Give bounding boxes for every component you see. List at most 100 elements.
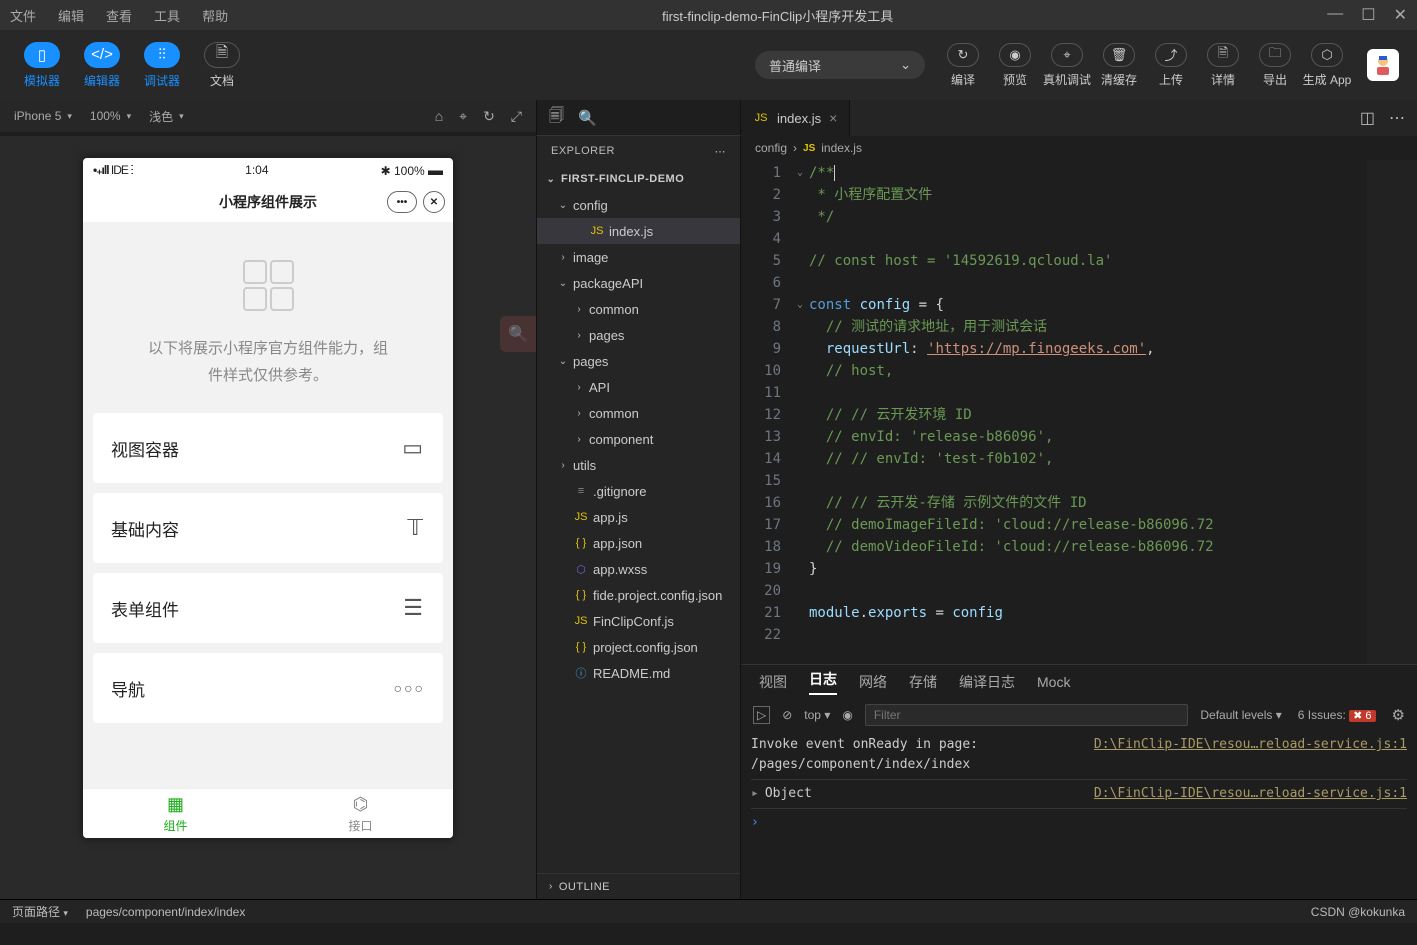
hero-text: 以下将展示小程序官方组件能力，组 件样式仅供参考。 xyxy=(103,335,433,389)
tree-node[interactable]: ⓘ README.md xyxy=(537,660,740,686)
list-item[interactable]: 导航○○○ xyxy=(93,653,443,723)
tab-component[interactable]: ▦组件 xyxy=(83,789,268,838)
capsule-close-icon[interactable]: ✕ xyxy=(423,191,445,213)
no-icon[interactable]: ⊘ xyxy=(782,708,792,722)
menu-tool[interactable]: 工具 xyxy=(154,6,180,25)
play-icon[interactable]: ▷ xyxy=(753,706,770,724)
menu-file[interactable]: 文件 xyxy=(10,6,36,25)
list-item[interactable]: 视图容器▭ xyxy=(93,413,443,483)
tree-node[interactable]: ⌄pages xyxy=(537,348,740,374)
tree-node[interactable]: ›API xyxy=(537,374,740,400)
scope-select[interactable]: top ▾ xyxy=(804,708,830,722)
code-content[interactable]: /** * 小程序配置文件 */ // const host = '145926… xyxy=(809,160,1367,664)
upload-button[interactable]: ⤴上传 xyxy=(1145,43,1197,88)
panel-tab-compilelog[interactable]: 编译日志 xyxy=(959,672,1015,692)
minimap[interactable] xyxy=(1367,160,1417,664)
tree-node[interactable]: ›utils xyxy=(537,452,740,478)
eye-icon: ◉ xyxy=(999,43,1031,67)
tree-node[interactable]: { } app.json xyxy=(537,530,740,556)
tree-node[interactable]: JS FinClipConf.js xyxy=(537,608,740,634)
tree-node[interactable]: ›component xyxy=(537,426,740,452)
list-item[interactable]: 表单组件☰ xyxy=(93,573,443,643)
phone-body[interactable]: 🔍 以下将展示小程序官方组件能力，组 件样式仅供参考。 视图容器▭ 基础内容𝕋 … xyxy=(83,222,453,788)
json-file-icon: { } xyxy=(573,537,589,549)
tree-node[interactable]: ›common xyxy=(537,296,740,322)
detail-button[interactable]: 🗎详情 xyxy=(1197,43,1249,88)
clear-cache-button[interactable]: 🗑清缓存 xyxy=(1093,43,1145,88)
console-output[interactable]: Invoke event onReady in page: /pages/com… xyxy=(741,731,1417,899)
pagepath-label[interactable]: 页面路径 ▾ xyxy=(12,903,68,920)
tree-node[interactable]: JS index.js xyxy=(537,218,740,244)
code-editor[interactable]: 12345678910111213141516171819202122 ⌄⌄ /… xyxy=(741,160,1417,664)
source-link[interactable]: D:\FinClip-IDE\resou…reload-service.js:1 xyxy=(1094,784,1407,804)
theme-select[interactable]: 浅色▾ xyxy=(149,108,184,125)
list-item[interactable]: 基础内容𝕋 xyxy=(93,493,443,563)
issues-button[interactable]: 6 Issues: ✖ 6 xyxy=(1298,708,1376,722)
refresh-sim-icon[interactable]: ↻ xyxy=(483,108,495,125)
panel-tab-view[interactable]: 视图 xyxy=(759,672,787,692)
tree-node[interactable]: ⌄packageAPI xyxy=(537,270,740,296)
files-icon[interactable]: 🗐 xyxy=(549,105,564,130)
doc-icon: 🗎 xyxy=(204,42,240,68)
tree-node[interactable]: ›pages xyxy=(537,322,740,348)
debugger-button[interactable]: ⫶⫶ 调试器 xyxy=(138,42,186,89)
expand-icon[interactable]: ⤢ xyxy=(511,108,522,125)
search-icon[interactable]: 🔍 xyxy=(578,109,597,127)
minimize-icon[interactable]: — xyxy=(1327,5,1343,25)
editor-button[interactable]: </> 编辑器 xyxy=(78,42,126,89)
compile-button[interactable]: ↻编译 xyxy=(937,43,989,88)
capsule-menu-icon[interactable]: ••• xyxy=(387,191,417,213)
sliders-icon: ⫶⫶ xyxy=(144,42,180,68)
menu-edit[interactable]: 编辑 xyxy=(58,6,84,25)
simulator-button[interactable]: ▯ 模拟器 xyxy=(18,42,66,89)
phone-navbar: 小程序组件展示 ••• ✕ xyxy=(83,182,453,222)
tree-root[interactable]: ⌄FIRST-FINCLIP-DEMO xyxy=(537,166,740,192)
tree-node[interactable]: { } fide.project.config.json xyxy=(537,582,740,608)
menu-help[interactable]: 帮助 xyxy=(202,6,228,25)
location-icon[interactable]: ⌖ xyxy=(459,108,467,125)
levels-select[interactable]: Default levels ▾ xyxy=(1200,708,1281,722)
source-link[interactable]: D:\FinClip-IDE\resou…reload-service.js:1 xyxy=(1094,735,1407,775)
tab-index-js[interactable]: JS index.js × xyxy=(741,100,850,136)
menu-view[interactable]: 查看 xyxy=(106,6,132,25)
outline-header[interactable]: ›OUTLINE xyxy=(537,873,740,899)
maximize-icon[interactable]: ☐ xyxy=(1361,5,1375,25)
grid-tab-icon: ▦ xyxy=(167,794,184,815)
panel-tab-log[interactable]: 日志 xyxy=(809,669,837,695)
home-icon[interactable]: ⌂ xyxy=(435,108,443,125)
eye-filter-icon[interactable]: ◉ xyxy=(842,708,852,722)
panel-tab-storage[interactable]: 存储 xyxy=(909,672,937,692)
close-icon[interactable]: ✕ xyxy=(1394,5,1407,25)
js-file-icon: JS xyxy=(753,112,769,124)
more-icon[interactable]: ⋯ xyxy=(1389,108,1405,128)
tree-node[interactable]: ⌄config xyxy=(537,192,740,218)
device-select[interactable]: iPhone 5▾ xyxy=(14,109,72,123)
panel-tab-network[interactable]: 网络 xyxy=(859,672,887,692)
tree-node[interactable]: ›image xyxy=(537,244,740,270)
tree-node[interactable]: JS app.js xyxy=(537,504,740,530)
card-icon: ▭ xyxy=(402,435,425,461)
status-bar: 页面路径 ▾ pages/component/index/index CSDN … xyxy=(0,899,1417,923)
explorer-more-icon[interactable]: ⋯ xyxy=(715,145,727,158)
remote-debug-button[interactable]: ⌖真机调试 xyxy=(1041,43,1093,88)
tab-api[interactable]: ⌬接口 xyxy=(268,789,453,838)
tab-close-icon[interactable]: × xyxy=(829,110,837,126)
fold-gutter[interactable]: ⌄⌄ xyxy=(791,160,809,664)
breadcrumb[interactable]: config› JS index.js xyxy=(741,136,1417,160)
component-grid-icon xyxy=(243,260,294,311)
preview-button[interactable]: ◉预览 xyxy=(989,43,1041,88)
gen-app-button[interactable]: ⬡生成 App xyxy=(1301,43,1353,88)
tree-node[interactable]: ⬡ app.wxss xyxy=(537,556,740,582)
zoom-select[interactable]: 100%▾ xyxy=(90,109,131,123)
user-avatar[interactable] xyxy=(1367,49,1399,81)
tree-node[interactable]: { } project.config.json xyxy=(537,634,740,660)
panel-tab-mock[interactable]: Mock xyxy=(1037,674,1070,690)
tree-node[interactable]: ≡ .gitignore xyxy=(537,478,740,504)
settings-icon[interactable]: ⚙ xyxy=(1392,706,1405,724)
tree-node[interactable]: ›common xyxy=(537,400,740,426)
filter-input[interactable]: Filter xyxy=(865,704,1189,726)
split-icon[interactable]: ◫ xyxy=(1360,108,1375,128)
compile-mode-select[interactable]: 普通编译 ⌄ xyxy=(755,51,925,79)
doc-button[interactable]: 🗎 文档 xyxy=(198,42,246,89)
export-button[interactable]: 🗀导出 xyxy=(1249,43,1301,88)
